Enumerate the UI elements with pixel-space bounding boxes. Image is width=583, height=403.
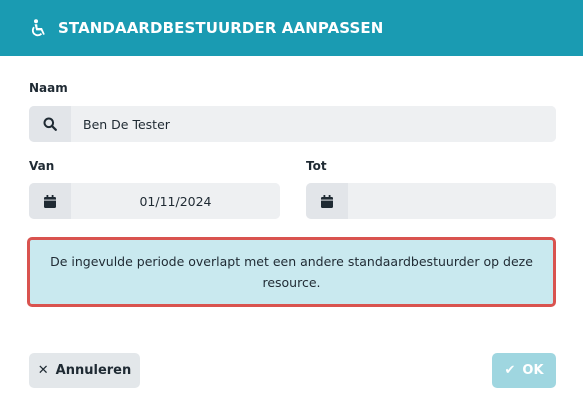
name-field[interactable]: Ben De Tester <box>71 106 556 142</box>
cancel-button-label: Annuleren <box>55 363 132 378</box>
to-date-field[interactable] <box>348 183 556 219</box>
close-icon: ✕ <box>37 363 49 378</box>
name-label: Naam <box>29 81 68 95</box>
alert-message: De ingevulde periode overlapt met een an… <box>50 254 533 290</box>
ok-button[interactable]: ✔ OK <box>492 353 556 388</box>
wheelchair-icon <box>31 19 47 37</box>
calendar-icon[interactable] <box>29 183 71 219</box>
edit-default-driver-dialog: STANDAARDBESTUURDER AANPASSEN Naam Ben D… <box>0 0 583 403</box>
ok-button-label: OK <box>522 363 544 378</box>
overlap-warning-alert: De ingevulde periode overlapt met een an… <box>27 237 556 307</box>
search-icon[interactable] <box>29 106 71 142</box>
check-icon: ✔ <box>504 363 516 378</box>
name-input-group: Ben De Tester <box>29 106 556 142</box>
to-date-input-group <box>306 183 556 219</box>
dialog-header: STANDAARDBESTUURDER AANPASSEN <box>0 0 583 56</box>
to-label: Tot <box>306 159 327 173</box>
calendar-icon[interactable] <box>306 183 348 219</box>
from-label: Van <box>29 159 55 173</box>
dialog-title: STANDAARDBESTUURDER AANPASSEN <box>58 19 384 37</box>
from-date-field[interactable]: 01/11/2024 <box>71 183 280 219</box>
from-date-input-group: 01/11/2024 <box>29 183 280 219</box>
cancel-button[interactable]: ✕ Annuleren <box>29 353 140 388</box>
